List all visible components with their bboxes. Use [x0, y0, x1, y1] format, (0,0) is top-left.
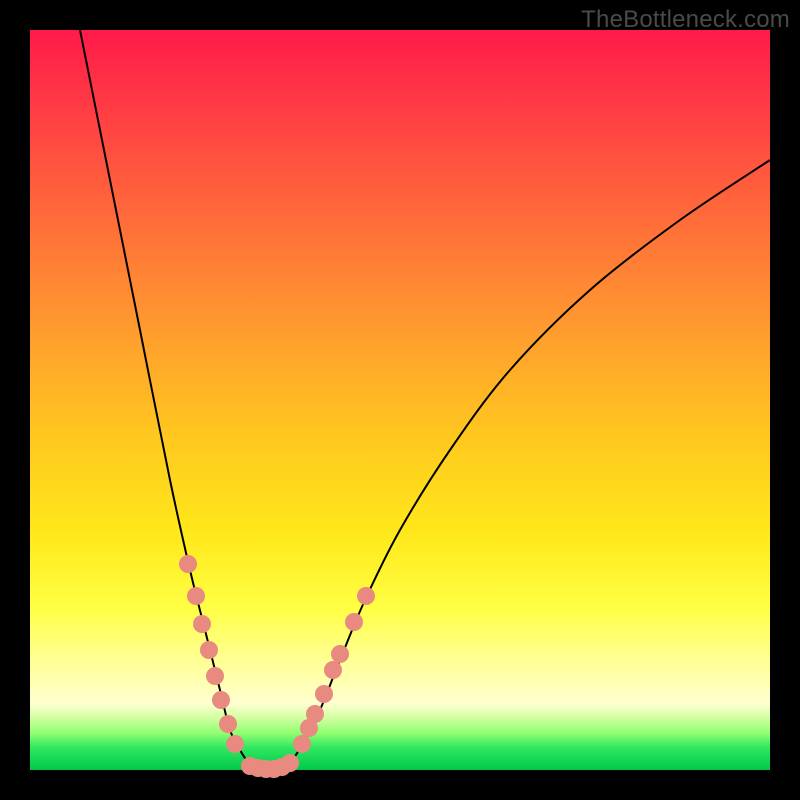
left-curve [80, 30, 262, 769]
data-marker [219, 715, 237, 733]
data-marker [306, 705, 324, 723]
data-marker [193, 615, 211, 633]
data-marker [226, 735, 244, 753]
right-curve [262, 160, 770, 769]
data-markers [179, 555, 375, 778]
data-marker [357, 587, 375, 605]
data-marker [187, 587, 205, 605]
data-marker [212, 691, 230, 709]
data-marker [293, 735, 311, 753]
data-marker [324, 661, 342, 679]
data-marker [345, 613, 363, 631]
data-marker [200, 641, 218, 659]
data-marker [281, 754, 299, 772]
data-marker [315, 685, 333, 703]
data-marker [179, 555, 197, 573]
chart-svg [30, 30, 770, 770]
data-marker [331, 645, 349, 663]
data-marker [206, 667, 224, 685]
